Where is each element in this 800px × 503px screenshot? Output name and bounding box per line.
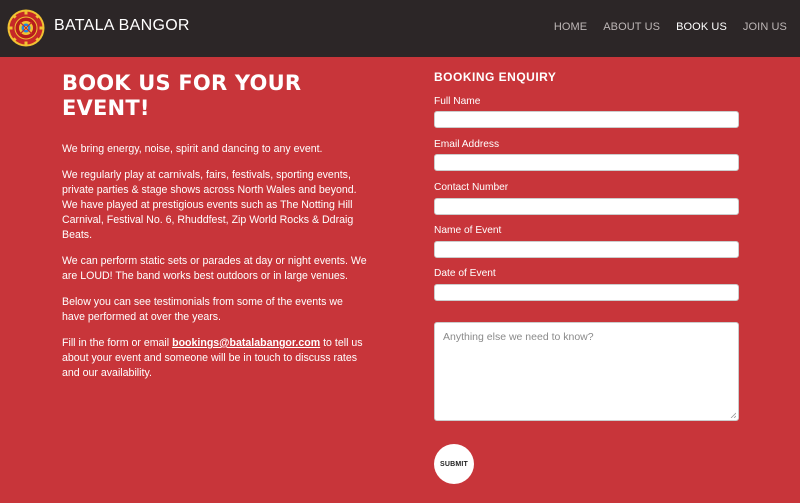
batala-drum-logo-icon[interactable] bbox=[7, 9, 45, 47]
message-placeholder: Anything else we need to know? bbox=[443, 331, 594, 343]
event-name-label: Name of Event bbox=[434, 225, 502, 236]
site-header: BATALA BANGOR HOME ABOUT US BOOK US JOIN… bbox=[0, 0, 800, 57]
events-paragraph: We regularly play at carnivals, fairs, f… bbox=[62, 169, 357, 241]
contact-number-input[interactable] bbox=[434, 198, 739, 215]
testimonials-paragraph: Below you can see testimonials from some… bbox=[62, 296, 343, 323]
full-name-input[interactable] bbox=[434, 111, 739, 128]
message-textarea[interactable]: Anything else we need to know? bbox=[434, 322, 739, 421]
event-date-label: Date of Event bbox=[434, 268, 496, 279]
main-nav: HOME ABOUT US BOOK US JOIN US bbox=[538, 21, 787, 33]
email-address-input[interactable] bbox=[434, 154, 739, 171]
contact-number-label: Contact Number bbox=[434, 182, 509, 193]
nav-item-join-us[interactable]: JOIN US bbox=[743, 21, 787, 33]
resize-handle-icon[interactable] bbox=[730, 412, 736, 418]
event-name-input[interactable] bbox=[434, 241, 739, 258]
form-title: BOOKING ENQUIRY bbox=[434, 70, 557, 84]
email-address-label: Email Address bbox=[434, 139, 500, 150]
site-brand-name[interactable]: BATALA BANGOR bbox=[54, 17, 190, 35]
full-name-label: Full Name bbox=[434, 96, 481, 107]
booking-form: BOOKING ENQUIRY Full Name Email Address … bbox=[434, 69, 739, 484]
booking-intro: BOOK US FOR YOUR EVENT! We bring energy,… bbox=[62, 71, 368, 392]
bookings-email-link[interactable]: bookings@batalabangor.com bbox=[172, 337, 320, 349]
nav-item-home[interactable]: HOME bbox=[554, 21, 587, 33]
nav-item-book-us[interactable]: BOOK US bbox=[676, 21, 727, 33]
contact-paragraph: Fill in the form or email bookings@batal… bbox=[62, 336, 368, 381]
performance-paragraph: We can perform static sets or parades at… bbox=[62, 255, 367, 282]
intro-paragraph: We bring energy, noise, spirit and danci… bbox=[62, 143, 323, 155]
nav-item-about-us[interactable]: ABOUT US bbox=[603, 21, 660, 33]
submit-button[interactable]: SUBMIT bbox=[434, 444, 474, 484]
contact-text-before: Fill in the form or email bbox=[62, 337, 173, 349]
page-title: BOOK US FOR YOUR EVENT! bbox=[62, 71, 302, 120]
event-date-input[interactable] bbox=[434, 284, 739, 301]
